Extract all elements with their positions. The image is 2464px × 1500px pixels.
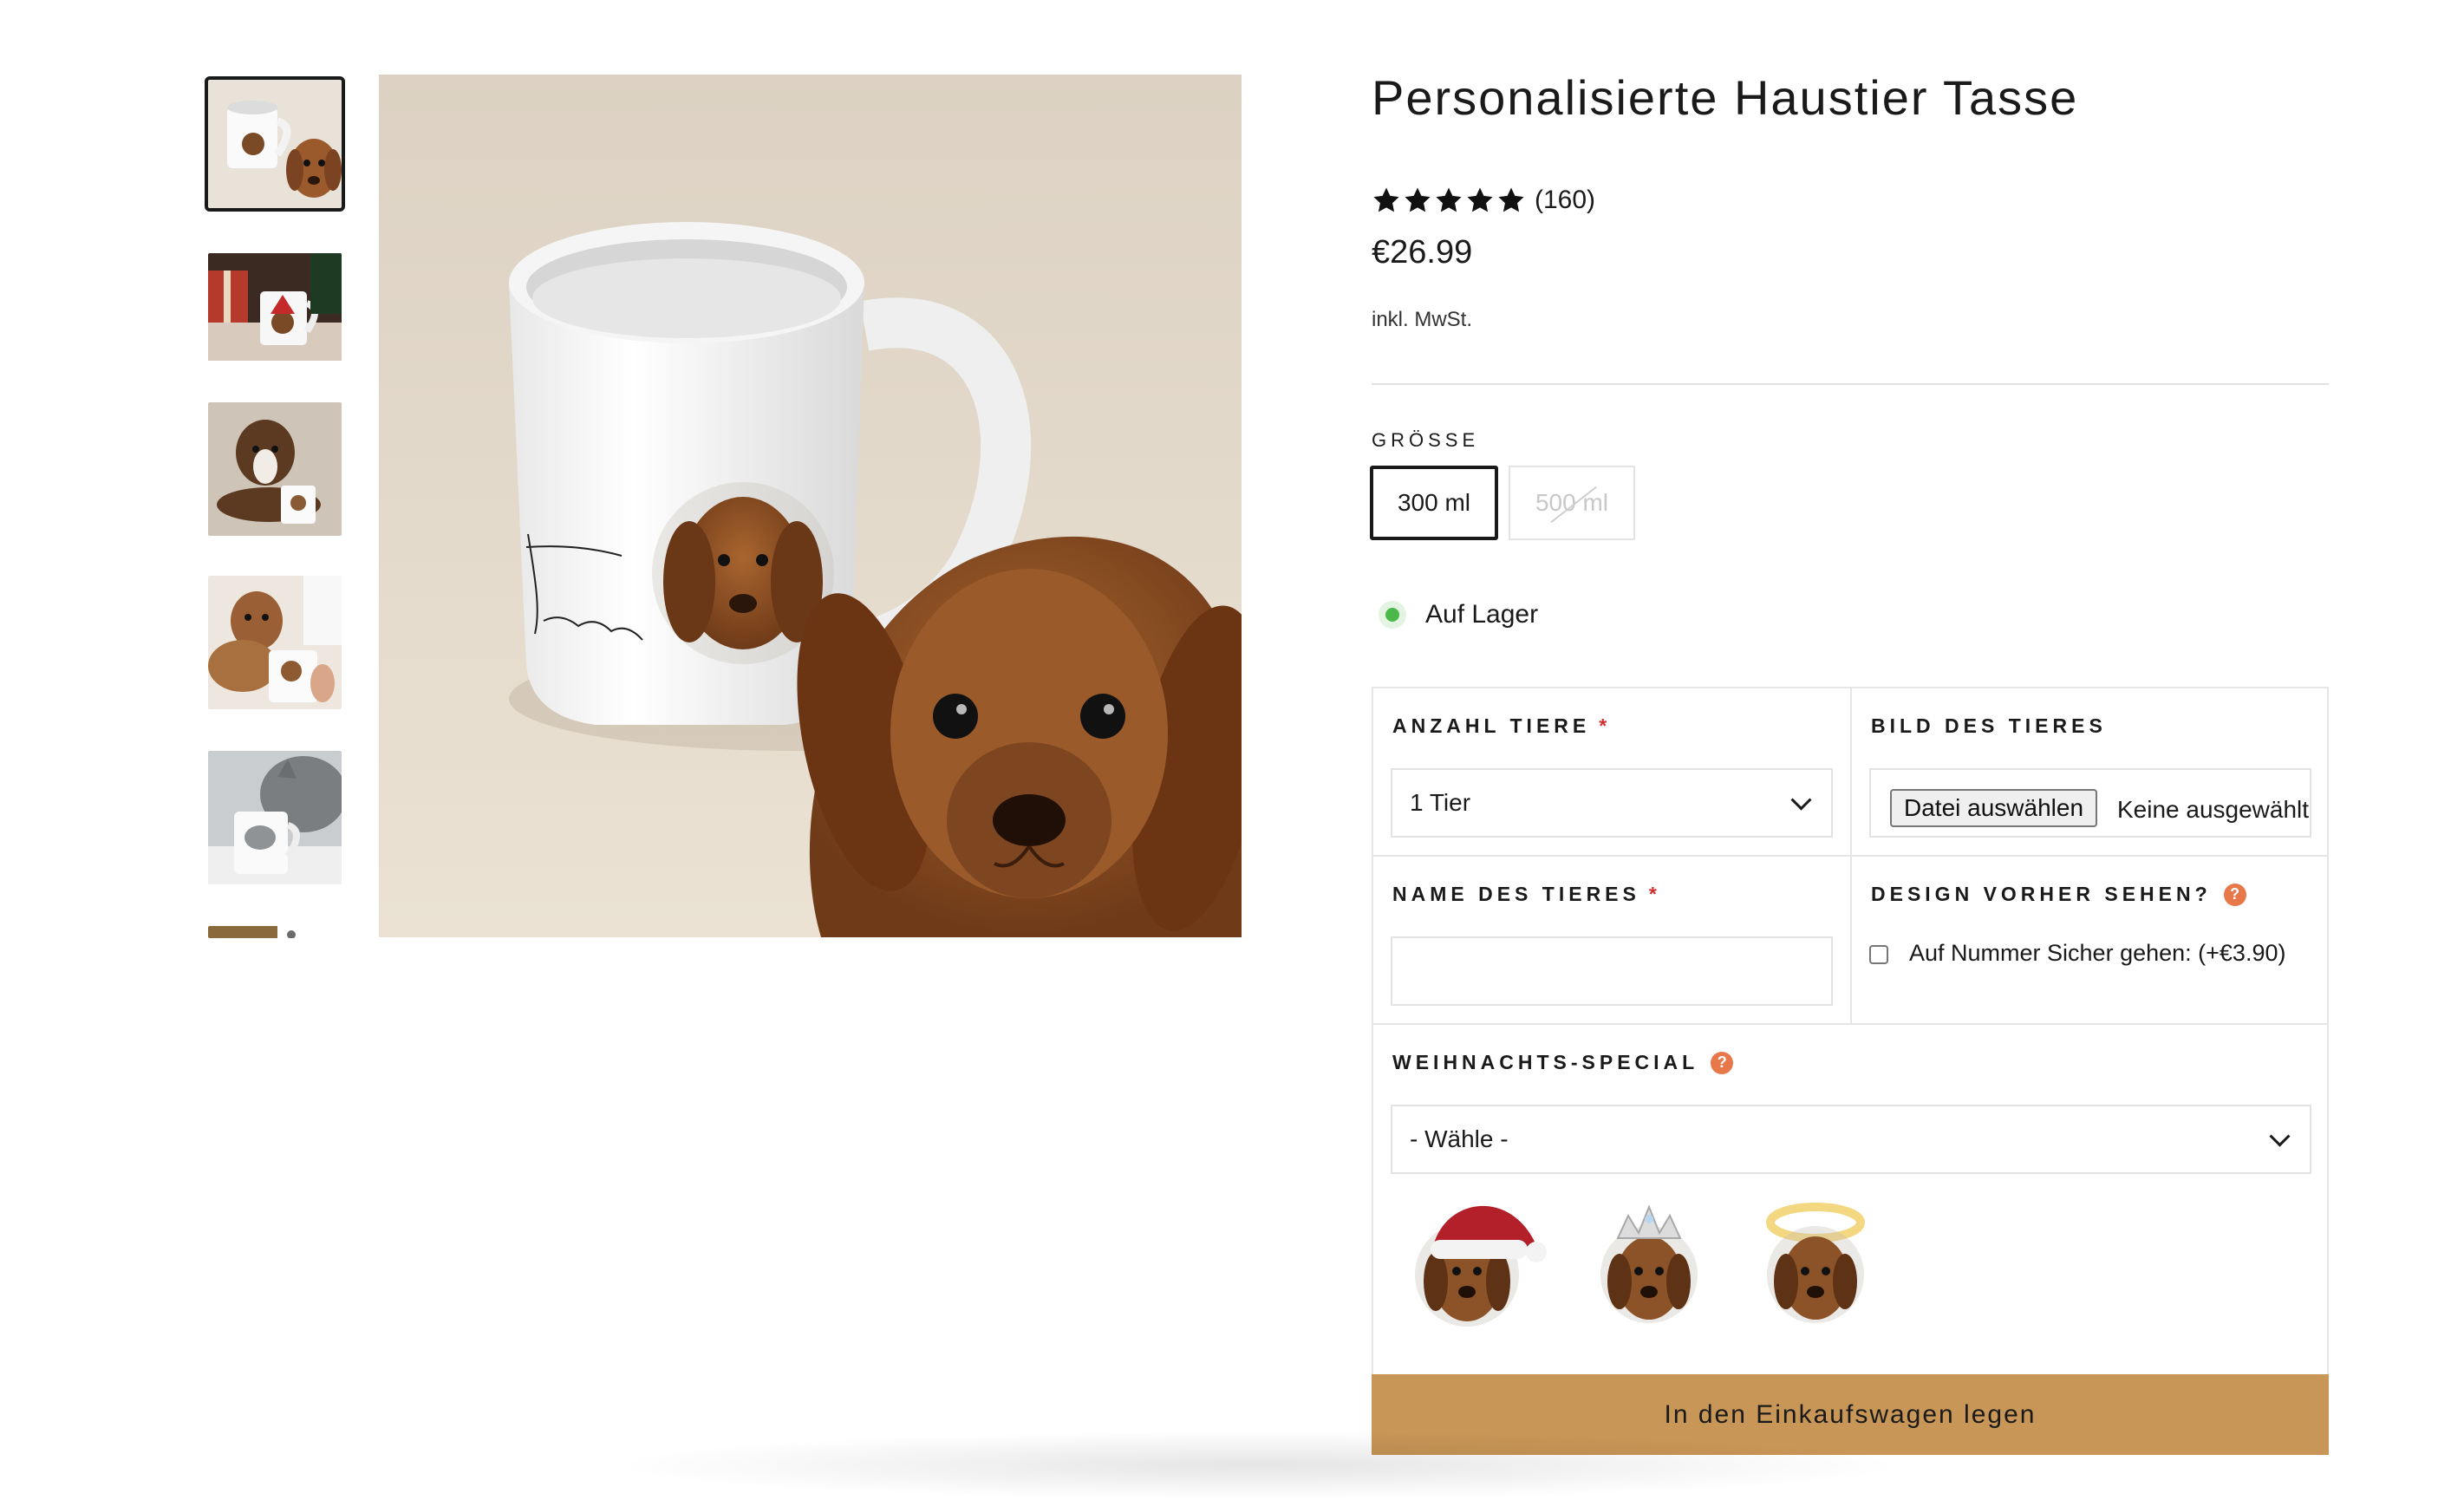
option-pet-image: BILD DES TIERES Datei auswählen Keine au… <box>1850 687 2329 857</box>
review-count[interactable]: (160) <box>1535 186 1595 215</box>
preview-checkbox-label[interactable]: Auf Nummer Sicher gehen: (+€3.90) <box>1909 940 2285 967</box>
required-mark: * <box>1648 883 1657 905</box>
special-halo[interactable] <box>1744 1181 1892 1337</box>
tax-note: inkl. MwSt. <box>1372 308 1473 331</box>
divider <box>1372 383 2329 385</box>
special-santa-hat[interactable] <box>1405 1181 1552 1337</box>
chevron-down-icon <box>2269 1125 2291 1147</box>
main-product-image[interactable] <box>379 75 1242 937</box>
star-icon <box>1436 187 1462 212</box>
star-icon <box>1405 187 1431 212</box>
option-label-text: WEIHNACHTS-SPECIAL <box>1392 1051 1699 1073</box>
size-option-label: 500 ml <box>1535 489 1609 516</box>
option-preview: DESIGN VORHER SEHEN? ? Auf Nummer Sicher… <box>1850 855 2329 1025</box>
option-label: BILD DES TIERES <box>1871 714 2107 738</box>
size-option-label: 300 ml <box>1397 489 1471 516</box>
stock-label: Auf Lager <box>1425 600 1539 629</box>
help-icon[interactable]: ? <box>2223 883 2246 906</box>
thumbnail-partial[interactable] <box>208 926 342 938</box>
santa-hat-icon <box>1415 1205 1547 1327</box>
thumbnail-image <box>208 926 342 938</box>
chevron-down-icon <box>1790 789 1812 811</box>
choose-file-button[interactable]: Datei auswählen <box>1890 789 2098 827</box>
thumbnail-dog-with-mug[interactable] <box>208 576 342 709</box>
thumbnail-cat-mug[interactable] <box>208 751 342 884</box>
option-label: WEIHNACHTS-SPECIAL ? <box>1392 1051 1734 1074</box>
option-label-text: DESIGN VORHER SEHEN? <box>1871 883 2212 905</box>
select-value: 1 Tier <box>1410 789 1471 816</box>
option-label-text: BILD DES TIERES <box>1871 714 2107 737</box>
halo-icon <box>1766 1203 1865 1323</box>
star-icon <box>1373 187 1399 212</box>
tiara-icon <box>1600 1204 1698 1323</box>
option-label: ANZAHL TIERE * <box>1392 714 1607 738</box>
size-option-300ml[interactable]: 300 ml <box>1370 466 1498 540</box>
price: €26.99 <box>1372 234 1473 271</box>
thumbnail-image <box>208 576 342 709</box>
select-value: - Wähle - <box>1410 1125 1509 1152</box>
preview-checkbox[interactable] <box>1869 945 1888 964</box>
thumbnail-image <box>208 402 342 536</box>
star-icon <box>1498 187 1524 212</box>
option-label-text: ANZAHL TIERE <box>1392 714 1591 737</box>
rating-stars[interactable]: (160) <box>1372 180 1595 220</box>
stock-status: Auf Lager <box>1379 600 1538 629</box>
thumbnail-christmas[interactable] <box>208 253 342 361</box>
size-option-500ml[interactable]: 500 ml <box>1509 466 1635 540</box>
option-label: NAME DES TIERES * <box>1392 883 1657 906</box>
option-label-text: NAME DES TIERES <box>1392 883 1640 905</box>
file-upload-field[interactable]: Datei auswählen Keine ausgewählt <box>1869 768 2311 838</box>
page-title: Personalisierte Haustier Tasse <box>1372 70 2079 125</box>
special-tiara[interactable] <box>1578 1181 1725 1337</box>
size-label: GRÖSSE <box>1372 429 1480 451</box>
thumbnail-mug-dog[interactable] <box>205 76 345 212</box>
pet-name-input[interactable] <box>1391 936 1833 1006</box>
page-shadow <box>607 1431 1907 1500</box>
thumbnail-image <box>208 80 342 208</box>
in-stock-dot-icon <box>1385 608 1399 622</box>
option-pet-count: ANZAHL TIERE * 1 Tier <box>1372 687 1852 857</box>
no-file-text: Keine ausgewählt <box>2117 796 2310 823</box>
christmas-special-select[interactable]: - Wähle - <box>1391 1105 2311 1174</box>
thumbnail-image <box>208 253 342 361</box>
thumbnail-image <box>208 751 342 884</box>
pet-count-select[interactable]: 1 Tier <box>1391 768 1833 838</box>
star-icon <box>1467 187 1493 212</box>
thumbnail-dog-lying[interactable] <box>208 402 342 536</box>
required-mark: * <box>1599 714 1607 737</box>
help-icon[interactable]: ? <box>1711 1051 1734 1074</box>
option-label: DESIGN VORHER SEHEN? ? <box>1871 883 2246 906</box>
option-pet-name: NAME DES TIERES * <box>1372 855 1852 1025</box>
